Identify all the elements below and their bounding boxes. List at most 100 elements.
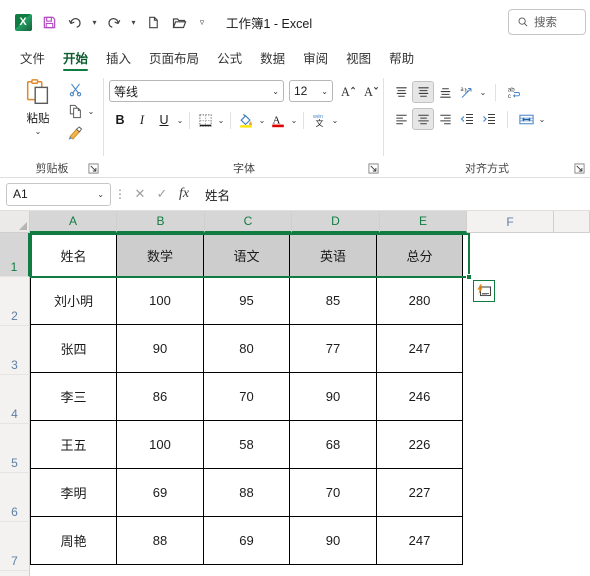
cell-D6[interactable]: 70 <box>289 468 377 517</box>
tab-insert[interactable]: 插入 <box>97 47 140 72</box>
redo-icon[interactable] <box>101 10 127 36</box>
cell-D2[interactable]: 85 <box>289 276 377 325</box>
align-bottom-button[interactable] <box>434 81 456 103</box>
italic-button[interactable]: I <box>131 109 153 131</box>
cell-E1[interactable]: 总分 <box>376 233 463 277</box>
decrease-indent-button[interactable] <box>456 108 478 130</box>
align-top-button[interactable] <box>390 81 412 103</box>
cell-C1[interactable]: 语文 <box>203 233 290 277</box>
align-middle-button[interactable] <box>412 81 434 103</box>
name-box-dropdown-icon[interactable]: ⌄ <box>97 190 104 199</box>
cut-button[interactable] <box>64 78 104 100</box>
decrease-font-size-button[interactable]: A <box>360 80 382 102</box>
tab-formulas[interactable]: 公式 <box>208 47 251 72</box>
font-name-dropdown-icon[interactable]: ⌄ <box>272 87 279 96</box>
tab-home[interactable]: 开始 <box>54 47 97 72</box>
alignment-dialog-launcher-icon[interactable] <box>574 163 586 175</box>
increase-indent-button[interactable] <box>478 108 500 130</box>
cell-A4[interactable]: 李三 <box>30 372 117 421</box>
row-header-3[interactable]: 3 <box>0 326 30 375</box>
fill-color-dropdown-icon[interactable]: ⌄ <box>257 116 267 125</box>
cell-E2[interactable]: 280 <box>376 276 463 325</box>
align-right-button[interactable] <box>434 108 456 130</box>
tab-page-layout[interactable]: 页面布局 <box>140 47 208 72</box>
column-header-c[interactable]: C <box>205 211 292 233</box>
select-all-button[interactable] <box>0 211 30 233</box>
copy-dropdown-icon[interactable]: ⌄ <box>86 107 96 116</box>
cell-C2[interactable]: 95 <box>203 276 290 325</box>
paste-button[interactable]: 粘贴 ⌄ <box>14 78 62 154</box>
cell-E5[interactable]: 226 <box>376 420 463 469</box>
row-header-4[interactable]: 4 <box>0 375 30 424</box>
cell-E3[interactable]: 247 <box>376 324 463 373</box>
font-size-input[interactable]: 12 ⌄ <box>289 80 333 102</box>
cell-B6[interactable]: 69 <box>116 468 204 517</box>
clipboard-dialog-launcher-icon[interactable] <box>88 163 100 175</box>
column-header-e[interactable]: E <box>380 211 467 233</box>
merge-dropdown-icon[interactable]: ⌄ <box>537 115 547 124</box>
cell-C5[interactable]: 58 <box>203 420 290 469</box>
cell-B5[interactable]: 100 <box>116 420 204 469</box>
cell-C6[interactable]: 88 <box>203 468 290 517</box>
tab-review[interactable]: 审阅 <box>294 47 337 72</box>
row-header-5[interactable]: 5 <box>0 424 30 473</box>
column-header-f[interactable]: F <box>467 211 554 233</box>
row-header-8[interactable]: 8 <box>0 571 30 576</box>
cell-D3[interactable]: 77 <box>289 324 377 373</box>
cell-A5[interactable]: 王五 <box>30 420 117 469</box>
cell-B2[interactable]: 100 <box>116 276 204 325</box>
cell-A1[interactable]: 姓名 <box>30 233 117 277</box>
orientation-dropdown-icon[interactable]: ⌄ <box>478 88 488 97</box>
tab-file[interactable]: 文件 <box>11 47 54 72</box>
font-color-dropdown-icon[interactable]: ⌄ <box>289 116 299 125</box>
font-dialog-launcher-icon[interactable] <box>368 163 380 175</box>
open-folder-icon[interactable] <box>166 10 192 36</box>
cell-E4[interactable]: 246 <box>376 372 463 421</box>
cell-C3[interactable]: 80 <box>203 324 290 373</box>
cell-B1[interactable]: 数学 <box>116 233 204 277</box>
bold-button[interactable]: B <box>109 109 131 131</box>
undo-icon[interactable] <box>62 10 88 36</box>
cancel-entry-button[interactable]: ✕ <box>129 183 151 206</box>
align-center-button[interactable] <box>412 108 434 130</box>
search-input[interactable]: 搜索 <box>508 9 586 35</box>
wrap-text-button[interactable]: ab c <box>503 81 525 103</box>
redo-dropdown-icon[interactable]: ▾ <box>127 10 140 36</box>
customize-qat-icon[interactable]: ▿ <box>192 10 212 36</box>
tab-view[interactable]: 视图 <box>337 47 380 72</box>
column-header-b[interactable]: B <box>117 211 205 233</box>
cell-D5[interactable]: 68 <box>289 420 377 469</box>
row-header-1[interactable]: 1 <box>0 233 30 277</box>
paste-options-icon[interactable] <box>473 280 495 302</box>
cell-C4[interactable]: 70 <box>203 372 290 421</box>
undo-dropdown-icon[interactable]: ▾ <box>88 10 101 36</box>
cell-B3[interactable]: 90 <box>116 324 204 373</box>
cell-A6[interactable]: 李明 <box>30 468 117 517</box>
column-header-d[interactable]: D <box>292 211 380 233</box>
text-orientation-button[interactable]: ab <box>456 81 478 103</box>
font-color-button[interactable]: A <box>267 109 289 131</box>
cell-B7[interactable]: 88 <box>116 516 204 565</box>
underline-dropdown-icon[interactable]: ⌄ <box>175 116 185 125</box>
align-left-button[interactable] <box>390 108 412 130</box>
paste-dropdown-icon[interactable]: ⌄ <box>35 127 42 136</box>
insert-function-button[interactable]: fx <box>173 183 195 206</box>
phonetic-guide-button[interactable]: wén 文 <box>308 109 330 131</box>
row-header-7[interactable]: 7 <box>0 522 30 571</box>
cell-C7[interactable]: 69 <box>203 516 290 565</box>
cell-D4[interactable]: 90 <box>289 372 377 421</box>
underline-button[interactable]: U <box>153 109 175 131</box>
cell-D1[interactable]: 英语 <box>289 233 377 277</box>
phonetic-dropdown-icon[interactable]: ⌄ <box>330 116 340 125</box>
borders-dropdown-icon[interactable]: ⌄ <box>216 116 226 125</box>
new-file-icon[interactable] <box>140 10 166 36</box>
format-painter-button[interactable] <box>64 122 104 144</box>
increase-font-size-button[interactable]: A <box>337 80 359 102</box>
cell-B4[interactable]: 86 <box>116 372 204 421</box>
cell-A7[interactable]: 周艳 <box>30 516 117 565</box>
font-size-dropdown-icon[interactable]: ⌄ <box>321 87 328 96</box>
cell-E6[interactable]: 227 <box>376 468 463 517</box>
row-header-2[interactable]: 2 <box>0 277 30 326</box>
merge-and-center-button[interactable] <box>515 108 537 130</box>
cell-D7[interactable]: 90 <box>289 516 377 565</box>
